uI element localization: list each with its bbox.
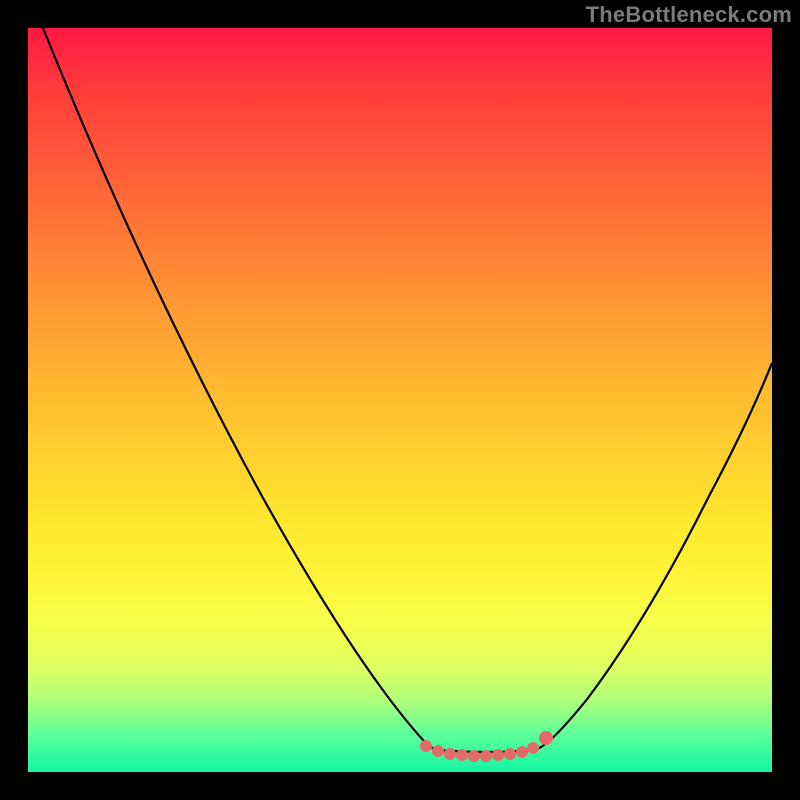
watermark-text: TheBottleneck.com — [586, 2, 792, 28]
curve-layer — [28, 28, 772, 772]
plot-area — [28, 28, 772, 772]
valley-marker — [420, 731, 553, 762]
chart-frame: TheBottleneck.com — [0, 0, 800, 800]
curve-left-descent — [43, 28, 438, 750]
curve-right-ascent — [534, 363, 772, 750]
